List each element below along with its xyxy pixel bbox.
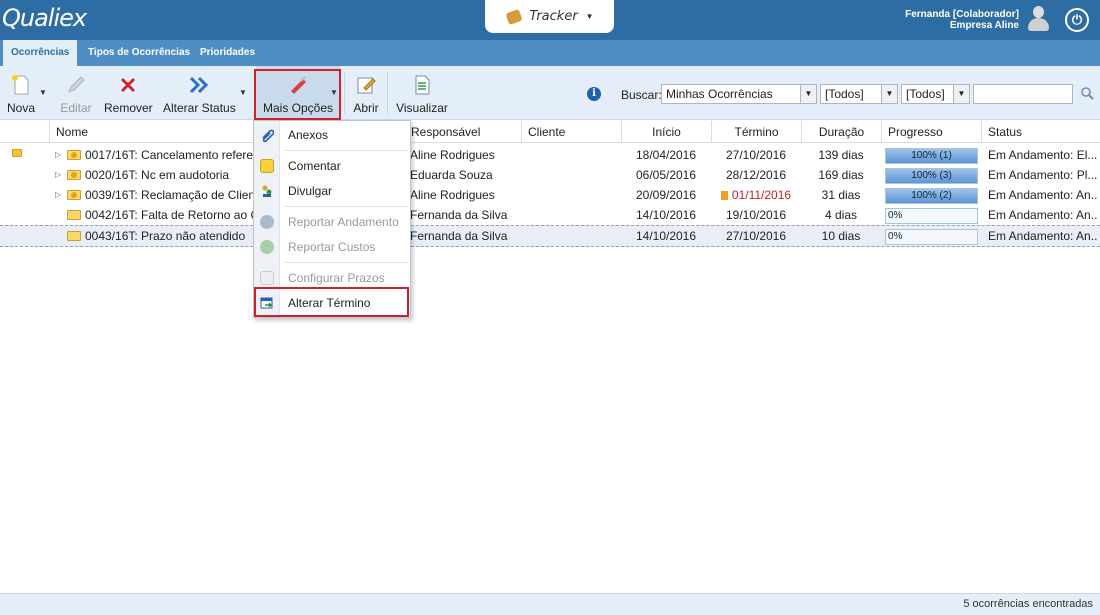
expand-arrow-icon[interactable]: ▷ bbox=[55, 145, 61, 165]
nova-button[interactable]: Nova bbox=[4, 66, 38, 120]
chevron-down-icon: ▼ bbox=[800, 85, 816, 103]
tab-tipos-de-ocorrencias[interactable]: Tipos de Ocorrências bbox=[88, 40, 190, 66]
column-header-duracao[interactable]: Duração bbox=[801, 121, 881, 143]
status-bar: 5 ocorrências encontradas bbox=[0, 593, 1100, 615]
avatar[interactable] bbox=[1027, 6, 1049, 32]
nova-dropdown-icon[interactable]: ▼ bbox=[39, 88, 47, 97]
column-header-responsavel[interactable]: Responsável bbox=[404, 121, 521, 143]
folder-icon bbox=[67, 210, 81, 220]
filter-select-2[interactable]: [Todos] ▼ bbox=[820, 84, 898, 104]
power-icon[interactable]: ⏻ bbox=[1065, 8, 1089, 32]
filter-select-3[interactable]: [Todos] ▼ bbox=[901, 84, 970, 104]
expand-arrow-icon[interactable]: ▷ bbox=[55, 165, 61, 185]
double-chevron-right-icon bbox=[189, 76, 209, 94]
menu-item-reportar-andamento[interactable]: Reportar Andamento bbox=[254, 210, 410, 234]
menu-item-divulgar[interactable]: Divulgar bbox=[254, 179, 410, 203]
tab-prioridades[interactable]: Prioridades bbox=[200, 40, 255, 66]
column-header-termino[interactable]: Término bbox=[711, 121, 801, 143]
toolbar-divider bbox=[387, 72, 388, 114]
remover-button[interactable]: Remover bbox=[104, 66, 153, 120]
expand-arrow-icon[interactable]: ▷ bbox=[55, 185, 61, 205]
top-bar: Qualiex Tracker ▼ Fernanda [Colaborador]… bbox=[0, 0, 1100, 40]
column-header-cliente[interactable]: Cliente bbox=[521, 121, 621, 143]
table-row[interactable]: ▷ 0017/16T: Cancelamento referente Aline… bbox=[0, 145, 1100, 165]
calendar-settings-icon bbox=[260, 271, 274, 285]
progress-bar: 100% (1) bbox=[885, 148, 978, 164]
grid-header: Nome Responsável Cliente Início Término … bbox=[0, 121, 1100, 143]
paperclip-icon bbox=[262, 129, 274, 142]
flag-icon bbox=[720, 191, 728, 200]
column-header-status[interactable]: Status bbox=[981, 121, 1100, 143]
comment-note-icon bbox=[12, 149, 22, 157]
open-edit-icon bbox=[357, 77, 376, 94]
menu-item-anexos[interactable]: Anexos bbox=[254, 123, 410, 147]
column-header-progresso[interactable]: Progresso bbox=[881, 121, 981, 143]
money-icon bbox=[260, 240, 274, 254]
table-row[interactable]: ▷ 0039/16T: Reclamação de Cliente Aline … bbox=[0, 185, 1100, 205]
tab-ocorrencias[interactable]: Ocorrências bbox=[3, 40, 78, 66]
buscar-label: Buscar: bbox=[621, 88, 662, 102]
user-name: Fernanda [Colaborador] bbox=[905, 9, 1019, 20]
highlight-box-mais-opcoes bbox=[254, 69, 341, 120]
column-header-inicio[interactable]: Início bbox=[621, 121, 711, 143]
folder-icon bbox=[67, 231, 81, 241]
user-info[interactable]: Fernanda [Colaborador] Empresa Aline bbox=[905, 9, 1019, 31]
progress-bar: 100% (3) bbox=[885, 168, 978, 184]
abrir-button[interactable]: Abrir bbox=[350, 66, 382, 120]
table-row[interactable]: ▷ 0020/16T: Nc em audotoria Eduarda Souz… bbox=[0, 165, 1100, 185]
search-input[interactable] bbox=[973, 84, 1073, 104]
people-icon bbox=[262, 185, 272, 197]
folder-icon bbox=[67, 150, 81, 160]
chevron-down-icon: ▼ bbox=[953, 85, 969, 103]
info-icon bbox=[260, 215, 274, 229]
search-icon[interactable] bbox=[1080, 86, 1094, 100]
note-icon bbox=[260, 159, 274, 173]
table-row[interactable]: 0042/16T: Falta de Retorno ao Cli Fernan… bbox=[0, 205, 1100, 225]
chevron-down-icon: ▼ bbox=[881, 85, 897, 103]
product-name: Tracker bbox=[529, 9, 578, 24]
progress-bar: 0% bbox=[885, 229, 978, 245]
folder-icon bbox=[67, 190, 81, 200]
menu-item-comentar[interactable]: Comentar bbox=[254, 154, 410, 178]
progress-bar: 0% bbox=[885, 208, 978, 224]
filter-select-occurrences[interactable]: Minhas Ocorrências ▼ bbox=[661, 84, 817, 104]
user-company: Empresa Aline bbox=[949, 20, 1019, 31]
table-row-selected[interactable]: 0043/16T: Prazo não atendido Fernanda da… bbox=[0, 225, 1100, 247]
overdue-date: 01/11/2016 bbox=[711, 185, 801, 205]
results-count: 5 ocorrências encontradas bbox=[963, 598, 1093, 610]
new-document-icon bbox=[12, 75, 29, 95]
highlight-box-alterar-termino bbox=[254, 287, 409, 317]
menu-item-reportar-custos[interactable]: Reportar Custos bbox=[254, 235, 410, 259]
delete-icon bbox=[121, 78, 135, 92]
tab-bar: Ocorrências Tipos de Ocorrências Priorid… bbox=[0, 40, 1100, 66]
folder-icon bbox=[67, 170, 81, 180]
alterar-status-button[interactable]: Alterar Status bbox=[163, 66, 236, 120]
alterar-status-dropdown-icon[interactable]: ▼ bbox=[239, 88, 247, 97]
edit-icon bbox=[68, 76, 85, 93]
product-switcher[interactable]: Tracker ▼ bbox=[485, 0, 614, 33]
toolbar: Nova ▼ Editar Remover Alterar Status ▼ M… bbox=[0, 66, 1100, 120]
qualiex-logo[interactable]: Qualiex bbox=[2, 4, 87, 32]
document-view-icon bbox=[415, 75, 430, 95]
chevron-down-icon: ▼ bbox=[585, 12, 594, 21]
visualizar-button[interactable]: Visualizar bbox=[393, 66, 451, 120]
info-icon[interactable]: i bbox=[587, 87, 601, 101]
editar-button[interactable]: Editar bbox=[58, 66, 94, 120]
toolbar-divider bbox=[344, 72, 345, 114]
progress-bar: 100% (2) bbox=[885, 188, 978, 204]
tracker-product-icon bbox=[505, 9, 525, 25]
